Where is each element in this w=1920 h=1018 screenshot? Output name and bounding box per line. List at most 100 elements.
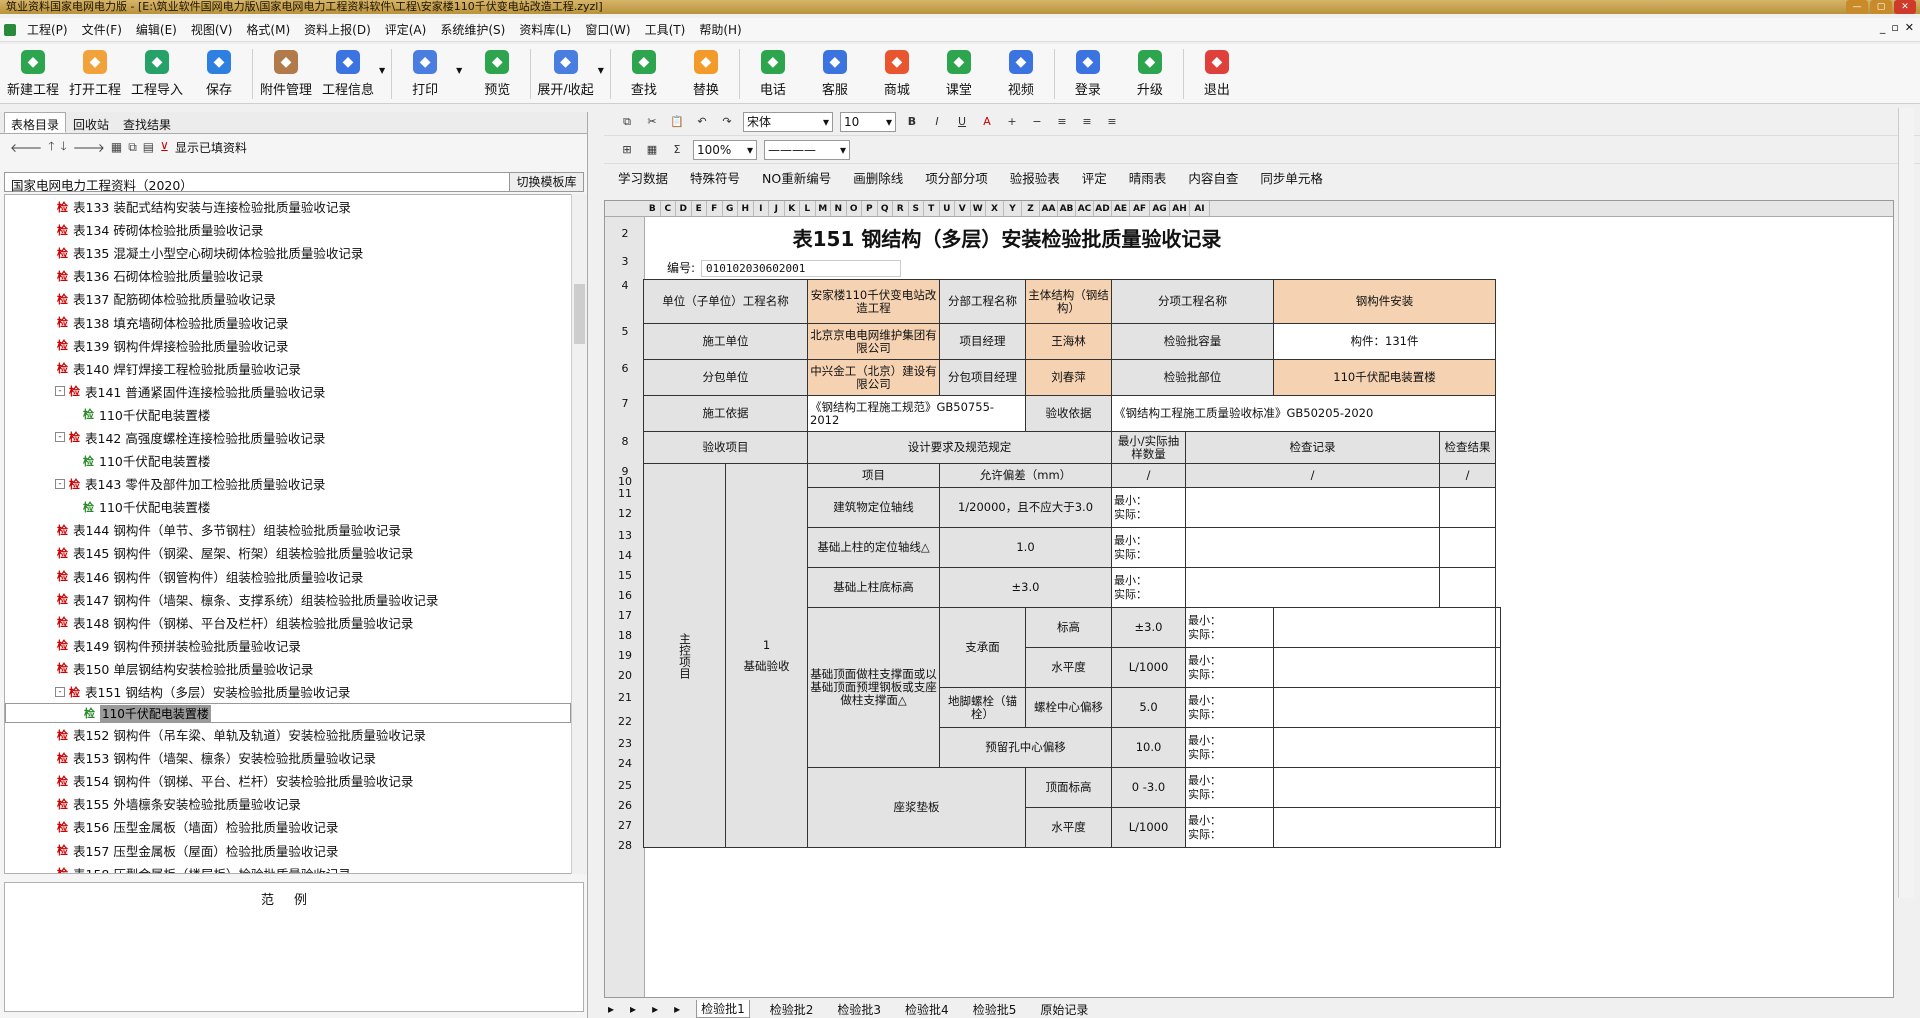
part-value[interactable]: 110千伏配电装置楼 bbox=[1273, 359, 1496, 396]
function-button[interactable]: 同步单元格 bbox=[1260, 168, 1323, 187]
min-actual-cell[interactable]: 最小： 实际： bbox=[1111, 567, 1186, 608]
result-cell[interactable] bbox=[1495, 687, 1501, 728]
tree-node[interactable]: 检表136 石砌体检验批质量验收记录 bbox=[5, 264, 571, 287]
function-button[interactable]: 评定 bbox=[1082, 168, 1107, 187]
record-cell[interactable] bbox=[1273, 727, 1496, 768]
tree-node[interactable]: 检表154 钢构件（钢梯、平台、栏杆）安装检验批质量验收记录 bbox=[5, 769, 571, 792]
basis-value[interactable]: 《钢结构工程施工规范》GB50755-2012 bbox=[807, 395, 1026, 432]
min-actual-cell[interactable]: 最小： 实际： bbox=[1185, 607, 1274, 648]
menu-item[interactable]: 编辑(E) bbox=[129, 21, 184, 38]
function-button[interactable]: 学习数据 bbox=[618, 168, 668, 187]
function-button[interactable]: 内容自查 bbox=[1188, 168, 1238, 187]
tree-node[interactable]: 检表134 砖砌体检验批质量验收记录 bbox=[5, 218, 571, 241]
cut-icon[interactable]: ✂ bbox=[643, 114, 661, 130]
left-tab[interactable]: 表格目录 bbox=[4, 112, 67, 133]
tree-node[interactable]: - 检表143 零件及部件加工检验批质量验收记录 bbox=[5, 472, 571, 495]
function-button[interactable]: NO重新编号 bbox=[762, 168, 831, 187]
back-icon[interactable]: 🡐 bbox=[10, 140, 42, 155]
sub-value[interactable]: 中兴金工（北京）建设有限公司 bbox=[807, 359, 940, 396]
sheet-tab[interactable]: 原始记录 bbox=[1036, 1001, 1092, 1018]
min-actual-cell[interactable]: 最小： 实际： bbox=[1185, 687, 1274, 728]
result-cell[interactable] bbox=[1495, 767, 1501, 808]
print-button[interactable]: ◆ 打印 bbox=[398, 44, 452, 98]
search-button[interactable]: ◆ 查找 bbox=[617, 44, 671, 98]
increase-icon[interactable]: + bbox=[1003, 114, 1021, 130]
collapse-icon[interactable]: - bbox=[55, 386, 65, 397]
filter-icon[interactable]: ⊻ bbox=[160, 140, 169, 154]
menu-item[interactable]: 工程(P) bbox=[20, 21, 75, 38]
user-button[interactable]: ◆ 登录 bbox=[1061, 44, 1115, 98]
switch-template-button[interactable]: 切换模板库 bbox=[509, 173, 583, 191]
mdi-minimize-button[interactable]: _ bbox=[1880, 21, 1886, 34]
italic-icon[interactable]: I bbox=[928, 114, 946, 130]
left-tab[interactable]: 查找结果 bbox=[116, 112, 178, 133]
capacity-value[interactable]: 构件：131件 bbox=[1273, 323, 1496, 360]
show-filled-toggle[interactable]: 显示已填资料 bbox=[175, 139, 247, 156]
sheet-scrollbar[interactable] bbox=[1898, 108, 1914, 898]
min-actual-cell[interactable]: 最小： 实际： bbox=[1111, 487, 1186, 528]
result-cell[interactable] bbox=[1495, 727, 1501, 768]
record-cell[interactable] bbox=[1273, 767, 1496, 808]
plus-button[interactable]: ◆ 新建工程 bbox=[6, 44, 60, 98]
menu-item[interactable]: 格式(M) bbox=[239, 21, 297, 38]
result-cell[interactable] bbox=[1439, 487, 1496, 528]
menu-item[interactable]: 资料库(L) bbox=[512, 21, 578, 38]
result-cell[interactable] bbox=[1439, 567, 1496, 608]
import-button[interactable]: ◆ 工程导入 bbox=[130, 44, 184, 98]
record-cell[interactable] bbox=[1185, 527, 1440, 568]
chevron-down-icon[interactable]: ▼ bbox=[379, 66, 385, 75]
headset-button[interactable]: ◆ 客服 bbox=[808, 44, 862, 98]
tree-node[interactable]: 检表137 配筋砌体检验批质量验收记录 bbox=[5, 287, 571, 310]
function-button[interactable]: 画删除线 bbox=[853, 168, 903, 187]
border-icon[interactable]: ▦ bbox=[643, 142, 661, 158]
font-color-icon[interactable]: A bbox=[978, 114, 996, 130]
graduation-button[interactable]: ◆ 课堂 bbox=[932, 44, 986, 98]
attachment-button[interactable]: ◆ 附件管理 bbox=[259, 44, 313, 98]
sheet-tab[interactable]: 检验批3 bbox=[833, 1001, 885, 1018]
replace-button[interactable]: ◆ 替换 bbox=[679, 44, 733, 98]
prev-icon[interactable]: ▸ bbox=[630, 1002, 636, 1016]
menu-item[interactable]: 视图(V) bbox=[184, 21, 240, 38]
folder-button[interactable]: ◆ 打开工程 bbox=[68, 44, 122, 98]
table-icon[interactable]: ▤ bbox=[143, 140, 154, 154]
sheet-tab[interactable]: 检验批1 bbox=[696, 1000, 750, 1018]
min-actual-cell[interactable]: 最小： 实际： bbox=[1185, 767, 1274, 808]
tree-node[interactable]: 检表149 钢构件预拼装检验批质量验收记录 bbox=[5, 634, 571, 657]
redo-icon[interactable]: ↷ bbox=[718, 114, 736, 130]
grid-icon[interactable]: ▦ bbox=[111, 140, 122, 154]
function-button[interactable]: 验报验表 bbox=[1010, 168, 1060, 187]
tree-node[interactable]: - 检表141 普通紧固件连接检验批质量验收记录 bbox=[5, 380, 571, 403]
pm-value[interactable]: 王海林 bbox=[1025, 323, 1112, 360]
menu-item[interactable]: 资料上报(D) bbox=[297, 21, 378, 38]
result-cell[interactable] bbox=[1439, 527, 1496, 568]
form-number-value[interactable]: 010102030602001 bbox=[701, 260, 902, 277]
record-cell[interactable] bbox=[1273, 607, 1496, 648]
expand-button[interactable]: ◆ 展开/收起 bbox=[537, 44, 594, 98]
up-icon[interactable]: 🡑 bbox=[48, 137, 54, 158]
tree-node[interactable]: 检表145 钢构件（钢梁、屋架、桁架）组装检验批质量验收记录 bbox=[5, 541, 571, 564]
result-cell[interactable] bbox=[1495, 807, 1501, 848]
tree-node[interactable]: 检 110千伏配电装置楼 bbox=[5, 703, 571, 724]
align-right-icon[interactable]: ≡ bbox=[1103, 114, 1121, 130]
collapse-icon[interactable]: - bbox=[55, 478, 65, 489]
unit-value[interactable]: 安家楼110千伏变电站改造工程 bbox=[807, 279, 940, 324]
copy-format-icon[interactable]: ⧉ bbox=[618, 114, 636, 130]
close-button[interactable]: ✕ bbox=[1894, 0, 1916, 14]
power-button[interactable]: ◆ 退出 bbox=[1190, 44, 1244, 98]
tree-node[interactable]: 检表148 钢构件（钢梯、平台及栏杆）组装检验批质量验收记录 bbox=[5, 611, 571, 634]
menu-item[interactable]: 评定(A) bbox=[378, 21, 434, 38]
tree-node[interactable]: 检 110千伏配电装置楼 bbox=[5, 403, 571, 426]
tree-node[interactable]: 检表133 装配式结构安装与连接检验批质量验收记录 bbox=[5, 195, 571, 218]
record-cell[interactable] bbox=[1273, 687, 1496, 728]
video-button[interactable]: ◆ 视频 bbox=[994, 44, 1048, 98]
sheet-tab[interactable]: 检验批4 bbox=[901, 1001, 953, 1018]
maximize-button[interactable]: ▢ bbox=[1870, 0, 1892, 14]
chevron-down-icon[interactable]: ▼ bbox=[598, 66, 604, 75]
align-left-icon[interactable]: ≡ bbox=[1053, 114, 1071, 130]
tree-node[interactable]: 检表153 钢构件（墙架、檩条）安装检验批质量验收记录 bbox=[5, 746, 571, 769]
function-button[interactable]: 特殊符号 bbox=[690, 168, 740, 187]
record-cell[interactable] bbox=[1273, 647, 1496, 688]
menu-item[interactable]: 工具(T) bbox=[638, 21, 693, 38]
collapse-icon[interactable]: - bbox=[55, 686, 65, 697]
template-library-combo[interactable]: 国家电网电力工程资料（2020） 切换模板库 bbox=[4, 172, 584, 193]
